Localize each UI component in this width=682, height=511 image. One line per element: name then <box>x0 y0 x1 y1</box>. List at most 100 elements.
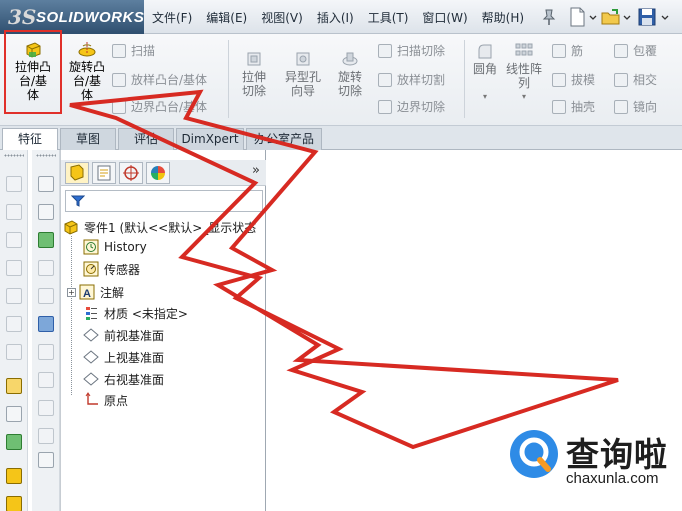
toolbar-grip[interactable] <box>36 154 56 157</box>
origin-icon <box>85 392 98 405</box>
check-icon[interactable] <box>38 400 54 416</box>
menu-window[interactable]: 窗口(W) <box>422 9 467 26</box>
revolve-icon[interactable] <box>6 204 22 220</box>
tab-sketch[interactable]: 草图 <box>60 128 116 150</box>
tree-item-top-plane[interactable]: 上视基准面 <box>83 346 164 368</box>
chevron-down-icon[interactable] <box>660 6 670 28</box>
svg-text:A: A <box>83 288 91 300</box>
loft-icon[interactable] <box>6 260 22 276</box>
save-icon[interactable] <box>636 6 658 28</box>
revolve-boss-button[interactable]: 旋转凸台/基体 <box>62 40 112 102</box>
menu-help[interactable]: 帮助(H) <box>482 9 524 26</box>
rib-button[interactable]: 筋 <box>552 42 583 59</box>
draft-icon <box>552 72 566 87</box>
insert-part-icon[interactable] <box>6 468 22 484</box>
lofted-cut-button[interactable]: 放样切割 <box>378 71 445 88</box>
chevron-down-icon[interactable] <box>588 6 598 28</box>
tree-item-sensors[interactable]: 传感器 <box>83 258 140 280</box>
mirror-button[interactable]: 镜向 <box>614 98 657 115</box>
watermark-brand: 查询啦 <box>566 435 668 474</box>
toolbar-grip[interactable] <box>4 154 24 157</box>
mass-properties-icon[interactable] <box>38 372 54 388</box>
draft-button[interactable]: 拔模 <box>552 71 595 88</box>
section-icon[interactable] <box>38 288 54 304</box>
swept-cut-button[interactable]: 扫描切除 <box>378 42 445 59</box>
expand-toggle[interactable]: + <box>67 287 76 297</box>
layer-icon[interactable] <box>38 204 54 220</box>
fillet-button[interactable]: 圆角 ▾ <box>468 42 502 104</box>
tree-item-annotations[interactable]: + A 注解 <box>67 281 124 303</box>
feature-manager-tab[interactable] <box>65 162 89 184</box>
loft-button[interactable]: 放样凸台/基体 <box>112 71 207 88</box>
boundary-boss-icon <box>112 99 126 114</box>
menu-tools[interactable]: 工具(T) <box>368 9 409 26</box>
boundary-icon[interactable] <box>6 288 22 304</box>
display-manager-tab[interactable] <box>146 162 170 184</box>
relations-icon[interactable] <box>6 434 22 450</box>
panel-more-button[interactable]: » <box>252 163 260 178</box>
extrude-cut-button[interactable]: 拉伸切除 <box>232 50 276 98</box>
pushpin-icon[interactable] <box>538 6 560 28</box>
hole-wizard-button[interactable]: 异型孔向导 <box>280 50 326 98</box>
fillet-label: 圆角 <box>472 62 497 76</box>
tab-evaluate[interactable]: 评估 <box>118 128 174 150</box>
revolve-cut-button[interactable]: 旋转切除 <box>328 50 372 98</box>
tree-item-right-plane[interactable]: 右视基准面 <box>83 368 164 390</box>
new-document-icon[interactable] <box>566 6 588 28</box>
menu-insert[interactable]: 插入(I) <box>317 9 354 26</box>
shell-icon[interactable] <box>6 344 22 360</box>
tab-office-products[interactable]: 办公室产品 <box>246 128 322 150</box>
linear-pattern-dropdown-arrow[interactable]: ▾ <box>504 90 544 104</box>
linear-pattern-button[interactable]: 线性阵列 ▾ <box>504 42 544 104</box>
smart-dimension-icon[interactable] <box>6 406 22 422</box>
ribbon-separator <box>228 40 229 118</box>
tree-item-front-plane[interactable]: 前视基准面 <box>83 324 164 346</box>
sweep-icon[interactable] <box>6 232 22 248</box>
cut-icon[interactable] <box>6 316 22 332</box>
measure-icon[interactable] <box>38 344 54 360</box>
ds-logo-mark: 3S <box>8 5 37 29</box>
fillet-dropdown-arrow[interactable]: ▾ <box>468 90 502 104</box>
spreadsheet-icon[interactable] <box>38 452 54 468</box>
configuration-manager-tab[interactable] <box>119 162 143 184</box>
chevron-down-icon[interactable] <box>622 6 632 28</box>
tree-root-part[interactable]: 零件1 (默认<<默认>_显示状态 <box>63 216 256 238</box>
rib-icon <box>552 43 566 58</box>
wrap-label: 包覆 <box>633 44 658 58</box>
part-icon[interactable] <box>6 496 22 511</box>
menu-file[interactable]: 文件(F) <box>152 9 192 26</box>
sketch-icon[interactable] <box>6 378 22 394</box>
shell-button[interactable]: 抽壳 <box>552 98 595 115</box>
tab-dimxpert[interactable]: DimXpert <box>176 128 244 150</box>
tree-item-label: 原点 <box>104 393 129 408</box>
part-icon <box>64 220 78 235</box>
intersect-button[interactable]: 相交 <box>614 71 657 88</box>
title-bar: 3S SOLIDWORKS 文件(F) 编辑(E) 视图(V) 插入(I) 工具… <box>0 0 682 34</box>
display-icon[interactable] <box>38 232 54 248</box>
left-toolbar-views <box>32 150 60 511</box>
open-folder-icon[interactable] <box>600 6 622 28</box>
menu-edit[interactable]: 编辑(E) <box>206 9 247 26</box>
analysis-icon[interactable] <box>38 428 54 444</box>
tab-features[interactable]: 特征 <box>2 128 58 151</box>
extrude-icon[interactable] <box>6 176 22 192</box>
sweep-button[interactable]: 扫描 <box>112 42 155 59</box>
menu-view[interactable]: 视图(V) <box>261 9 303 26</box>
solidworks-logo[interactable]: 3S SOLIDWORKS <box>0 0 144 34</box>
feature-tree-filter[interactable] <box>65 190 263 212</box>
view-icon[interactable] <box>38 260 54 276</box>
mirror-label: 镜向 <box>633 100 658 114</box>
tree-item-history[interactable]: History <box>83 236 147 258</box>
tree-item-origin[interactable]: 原点 <box>83 389 128 411</box>
table-icon[interactable] <box>38 176 54 192</box>
wrap-button[interactable]: 包覆 <box>614 42 657 59</box>
property-manager-tab[interactable] <box>92 162 116 184</box>
feature-manager-panel: » 零件1 (默认<<默认>_显示状态 History 传感器 + A 注解 材… <box>60 150 266 511</box>
grid-icon[interactable] <box>38 316 54 332</box>
boundary-boss-button[interactable]: 边界凸台/基体 <box>112 98 207 115</box>
shell-icon <box>552 99 566 114</box>
revolve-cut-icon <box>342 52 358 66</box>
tree-item-material[interactable]: 材质 <未指定> <box>83 302 188 324</box>
boundary-cut-button[interactable]: 边界切除 <box>378 98 445 115</box>
swept-cut-label: 扫描切除 <box>397 44 446 58</box>
